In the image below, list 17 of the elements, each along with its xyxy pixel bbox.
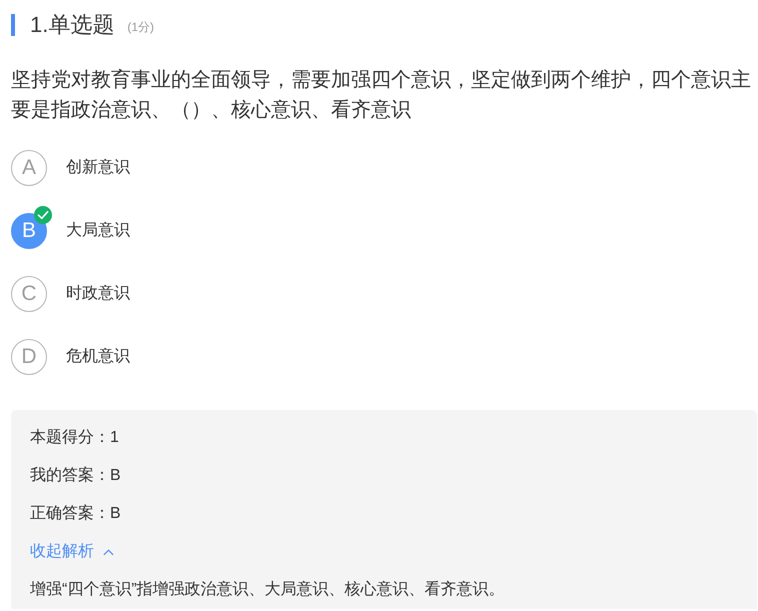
option-letter-button[interactable]: B [11, 212, 47, 248]
option-letter-button[interactable]: C [11, 276, 47, 312]
question-points: (1分) [127, 18, 154, 36]
option-letter-button[interactable]: A [11, 150, 47, 186]
option-letter-button[interactable]: D [11, 338, 47, 374]
option-text: 危机意识 [66, 346, 130, 367]
accent-bar [11, 14, 15, 36]
option-text: 时政意识 [66, 284, 130, 304]
correct-answer-text: 正确答案：B [30, 503, 122, 524]
my-answer-text: 我的答案：B [30, 465, 122, 486]
question-title: 1.单选题 [30, 14, 114, 36]
question-text: 坚持党对教育事业的全面领导，需要加强四个意识，坚定做到两个维护，四个意识主要是指政治意识、（）、核心意识、看齐意识 [11, 68, 752, 123]
analysis-text: 增强“四个意识”指增强政治意识、大局意识、核心意识、看齐意识。 [30, 580, 506, 600]
option-text: 创新意识 [66, 158, 130, 178]
collapse-analysis-link[interactable]: 收起解析 [30, 533, 114, 571]
option-text: 大局意识 [66, 220, 130, 241]
score-text: 本题得分：1 [30, 428, 120, 448]
